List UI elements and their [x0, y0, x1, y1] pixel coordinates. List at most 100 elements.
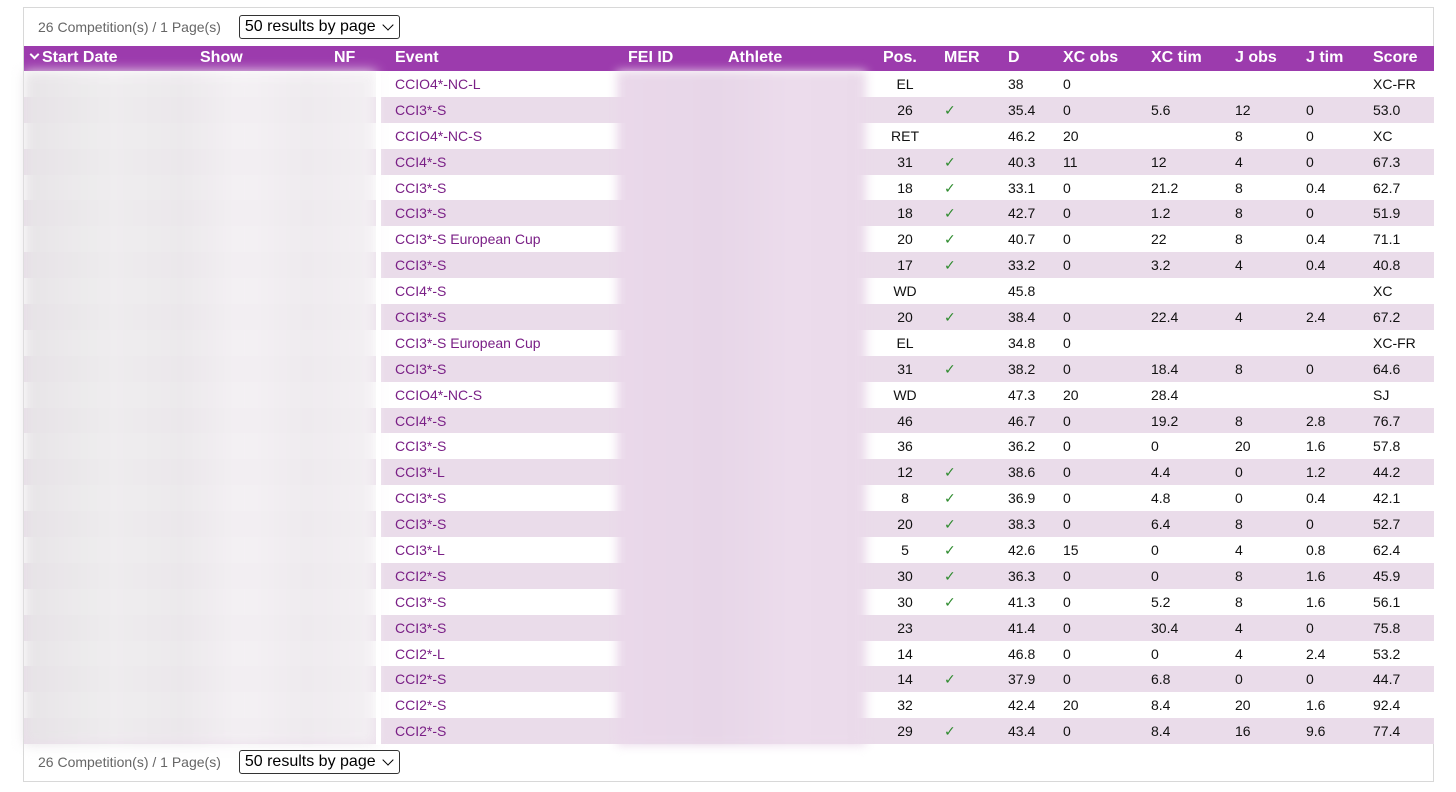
j-obs-cell: 8: [1235, 412, 1243, 429]
j-obs-cell: 0: [1235, 490, 1243, 507]
column-score[interactable]: Score: [1373, 49, 1417, 67]
xc-obs-cell: 0: [1063, 334, 1071, 351]
column-start-date[interactable]: Start Date: [26, 49, 118, 67]
event-link[interactable]: CCI2*-S: [395, 697, 446, 713]
event-link[interactable]: CCI3*-S: [395, 594, 446, 610]
score-cell: 92.4: [1373, 697, 1401, 714]
event-link[interactable]: CCI3*-S: [395, 309, 446, 325]
dressage-cell: 36.3: [1008, 567, 1036, 584]
event-link[interactable]: CCI3*-S European Cup: [395, 231, 541, 247]
event-link[interactable]: CCI2*-S: [395, 568, 446, 584]
column-athlete[interactable]: Athlete: [728, 49, 782, 67]
xc-obs-cell: 20: [1063, 386, 1079, 403]
score-cell: 40.8: [1373, 257, 1401, 274]
position-cell: 23: [897, 619, 913, 636]
results-per-page-select-bottom[interactable]: 50 results by page: [238, 750, 400, 774]
xc-obs-cell: 0: [1063, 567, 1071, 584]
mer-check-icon: ✓: [944, 542, 956, 559]
event-link[interactable]: CCI2*-L: [395, 646, 445, 662]
xc-obs-cell: 0: [1063, 76, 1071, 92]
j-tim-cell: 0: [1306, 127, 1314, 144]
score-cell: 77.4: [1373, 723, 1401, 740]
dressage-cell: 38: [1008, 76, 1024, 92]
event-link[interactable]: CCI3*-S: [395, 620, 446, 636]
xc-obs-cell: 0: [1063, 412, 1071, 429]
column-pos[interactable]: Pos.: [883, 49, 917, 67]
event-link[interactable]: CCI3*-S: [395, 361, 446, 377]
dressage-cell: 47.3: [1008, 386, 1036, 403]
mer-check-icon: ✓: [944, 101, 956, 118]
event-link[interactable]: CCI2*-S: [395, 723, 446, 739]
event-link[interactable]: CCI2*-S: [395, 671, 446, 687]
event-link[interactable]: CCIO4*-NC-S: [395, 387, 482, 403]
j-tim-cell: 0.4: [1306, 231, 1326, 248]
j-tim-cell: 0: [1306, 101, 1314, 118]
mer-check-icon: ✓: [944, 516, 956, 533]
column-mer[interactable]: MER: [944, 49, 980, 67]
mer-check-icon: ✓: [944, 464, 956, 481]
xc-obs-cell: 0: [1063, 671, 1071, 688]
score-cell: 57.8: [1373, 438, 1401, 455]
event-link[interactable]: CCI3*-S: [395, 102, 446, 118]
redacted-gap: [376, 71, 381, 745]
event-link[interactable]: CCIO4*-NC-S: [395, 128, 482, 144]
dressage-cell: 34.8: [1008, 334, 1036, 351]
column-xc-tim[interactable]: XC tim: [1151, 49, 1202, 67]
j-tim-cell: 0: [1306, 153, 1314, 170]
event-link[interactable]: CCI3*-S: [395, 438, 446, 454]
event-link[interactable]: CCI4*-S: [395, 283, 446, 299]
dressage-cell: 43.4: [1008, 723, 1036, 740]
event-link[interactable]: CCI4*-S: [395, 154, 446, 170]
score-cell: 53.0: [1373, 101, 1401, 118]
xc-obs-cell: 0: [1063, 205, 1071, 222]
xc-tim-cell: 6.8: [1151, 671, 1171, 688]
mer-check-icon: ✓: [944, 567, 956, 584]
results-per-page-select[interactable]: 50 results by page: [238, 15, 400, 39]
column-xc-obs[interactable]: XC obs: [1063, 49, 1118, 67]
column-d[interactable]: D: [1008, 49, 1020, 67]
position-cell: 30: [897, 567, 913, 584]
column-j-obs[interactable]: J obs: [1235, 49, 1277, 67]
column-show[interactable]: Show: [200, 49, 243, 67]
score-cell: SJ: [1373, 386, 1390, 403]
xc-obs-cell: 20: [1063, 127, 1079, 144]
column-j-tim[interactable]: J tim: [1306, 49, 1343, 67]
position-cell: 32: [897, 697, 913, 714]
event-link[interactable]: CCI4*-S: [395, 413, 446, 429]
j-obs-cell: 8: [1235, 205, 1243, 222]
event-link[interactable]: CCI3*-S: [395, 257, 446, 273]
dressage-cell: 41.3: [1008, 593, 1036, 610]
j-obs-cell: 8: [1235, 360, 1243, 377]
event-link[interactable]: CCIO4*-NC-L: [395, 76, 481, 92]
dressage-cell: 38.3: [1008, 516, 1036, 533]
event-link[interactable]: CCI3*-L: [395, 464, 445, 480]
score-cell: 62.4: [1373, 542, 1401, 559]
mer-check-icon: ✓: [944, 309, 956, 326]
xc-tim-cell: 28.4: [1151, 386, 1179, 403]
xc-obs-cell: 0: [1063, 723, 1071, 740]
score-cell: 71.1: [1373, 231, 1401, 248]
mer-check-icon: ✓: [944, 723, 956, 740]
column-event[interactable]: Event: [395, 49, 439, 67]
pager-bottom: 26 Competition(s) / 1 Page(s) 50 results…: [38, 749, 400, 775]
j-tim-cell: 0: [1306, 671, 1314, 688]
event-link[interactable]: CCI3*-S: [395, 490, 446, 506]
position-cell: EL: [896, 76, 914, 92]
j-obs-cell: 8: [1235, 516, 1243, 533]
column-fei-id[interactable]: FEI ID: [628, 49, 673, 67]
event-link[interactable]: CCI3*-S: [395, 516, 446, 532]
j-obs-cell: 4: [1235, 309, 1243, 326]
xc-obs-cell: 0: [1063, 645, 1071, 662]
pager-top: 26 Competition(s) / 1 Page(s) 50 results…: [38, 14, 400, 40]
column-nf[interactable]: NF: [334, 49, 355, 67]
j-tim-cell: 0.4: [1306, 257, 1326, 274]
event-link[interactable]: CCI3*-L: [395, 542, 445, 558]
event-link[interactable]: CCI3*-S: [395, 205, 446, 221]
j-obs-cell: 4: [1235, 645, 1243, 662]
position-cell: 26: [897, 101, 913, 118]
event-link[interactable]: CCI3*-S: [395, 180, 446, 196]
event-link[interactable]: CCI3*-S European Cup: [395, 335, 541, 351]
j-tim-cell: 1.6: [1306, 567, 1326, 584]
xc-tim-cell: 8.4: [1151, 723, 1171, 740]
score-cell: 44.7: [1373, 671, 1401, 688]
